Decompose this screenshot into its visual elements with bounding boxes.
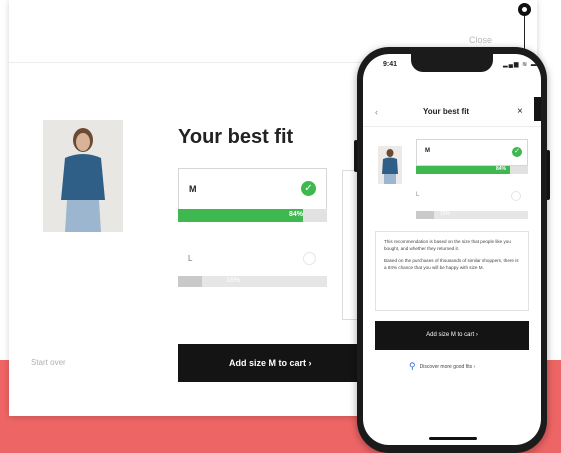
fit-bar-fill xyxy=(178,276,202,287)
size-label: M xyxy=(425,148,430,154)
discover-more-link[interactable]: ⚲ Discover more good fits › xyxy=(409,361,475,372)
info-paragraph: This recommendation is based on the size… xyxy=(384,239,511,251)
annotation-dot xyxy=(518,3,531,16)
product-image xyxy=(43,120,123,232)
check-icon: ✓ xyxy=(512,147,522,157)
search-icon: ⚲ xyxy=(409,361,416,371)
size-option-l[interactable]: L xyxy=(416,192,419,198)
close-link[interactable]: Close xyxy=(469,35,492,45)
info-paragraph: Based on the purchases of thousands of s… xyxy=(384,258,519,270)
add-to-cart-button[interactable]: Add size M to cart › xyxy=(178,344,368,382)
start-over-link[interactable]: Start over xyxy=(31,358,66,367)
size-label: M xyxy=(189,184,197,194)
fit-percent-l: 16% xyxy=(226,277,241,284)
fit-bar-fill xyxy=(178,209,304,222)
radio-icon xyxy=(303,252,316,265)
product-thumbnail xyxy=(378,146,402,184)
fit-probability-bar-m: 84% xyxy=(178,209,327,222)
fit-percent-m: 84% xyxy=(288,211,303,218)
size-label: L xyxy=(188,254,193,263)
recommendation-info-box: This recommendation is based on the size… xyxy=(375,231,529,311)
radio-icon xyxy=(511,191,521,201)
status-time: 9:41 xyxy=(383,61,398,68)
page-title: Your best fit xyxy=(178,126,294,148)
size-option-m[interactable]: M ✓ xyxy=(416,139,528,166)
add-to-cart-button[interactable]: Add size M to cart › xyxy=(375,321,529,350)
phone-title: Your best fit xyxy=(423,107,470,116)
fit-bar-fill xyxy=(416,211,434,219)
fit-percent-l: 16% xyxy=(440,211,451,217)
fit-probability-bar-l: 16% xyxy=(416,211,528,219)
fit-probability-bar-m: 84% xyxy=(416,166,528,174)
discover-label: Discover more good fits › xyxy=(419,363,476,370)
phone-screen: 9:41 ▂▄▆ ≋ ▬ ‹ Your best fit × M ✓ 84% L xyxy=(363,54,541,445)
back-button[interactable]: ‹ xyxy=(375,107,378,117)
home-indicator xyxy=(429,437,477,440)
size-option-l[interactable]: L xyxy=(178,242,327,276)
divider xyxy=(363,126,541,127)
fit-percent-m: 84% xyxy=(495,166,506,172)
phone-notch xyxy=(411,54,493,72)
check-icon: ✓ xyxy=(301,181,316,196)
phone-mockup: 9:41 ▂▄▆ ≋ ▬ ‹ Your best fit × M ✓ 84% L xyxy=(357,47,547,453)
close-button[interactable]: × xyxy=(517,106,523,117)
status-icons: ▂▄▆ ≋ ▬ xyxy=(503,62,538,68)
phone-edge-strip xyxy=(534,97,541,121)
fit-probability-bar-l: 16% xyxy=(178,276,327,287)
